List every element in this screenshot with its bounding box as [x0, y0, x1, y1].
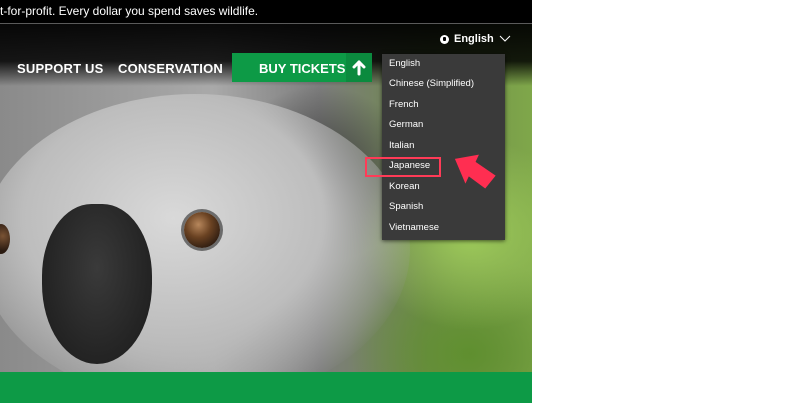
website-viewport: t-for-profit. Every dollar you spend sav…: [0, 0, 532, 403]
footer-green-band: [0, 372, 532, 403]
highlight-box: [365, 157, 441, 177]
koala-left-eye: [0, 224, 10, 254]
language-option-vietnamese[interactable]: Vietnamese: [382, 218, 505, 238]
language-option-english[interactable]: English: [382, 54, 505, 74]
current-language: English: [454, 33, 494, 45]
language-dropdown: English Chinese (Simplified) French Germ…: [382, 54, 505, 240]
nav-support-us[interactable]: SUPPORT US: [17, 61, 104, 76]
language-option-german[interactable]: German: [382, 115, 505, 135]
koala-nose: [42, 204, 152, 364]
nav-conservation[interactable]: CONSERVATION: [118, 61, 223, 76]
buy-tickets-label: BUY TICKETS: [259, 61, 346, 76]
language-selector[interactable]: English: [440, 31, 511, 47]
announcement-text: t-for-profit. Every dollar you spend sav…: [0, 4, 259, 18]
koala-eye: [184, 212, 220, 248]
language-option-french[interactable]: French: [382, 95, 505, 115]
arrow-up-icon: [346, 53, 372, 82]
top-announcement-bar: t-for-profit. Every dollar you spend sav…: [0, 0, 532, 23]
language-option-chinese-simplified[interactable]: Chinese (Simplified): [382, 74, 505, 94]
chevron-down-icon: [499, 35, 511, 42]
language-option-spanish[interactable]: Spanish: [382, 197, 505, 217]
globe-icon: [440, 34, 449, 44]
buy-tickets-button[interactable]: BUY TICKETS: [232, 53, 372, 82]
pointer-arrow-icon: [454, 154, 496, 189]
